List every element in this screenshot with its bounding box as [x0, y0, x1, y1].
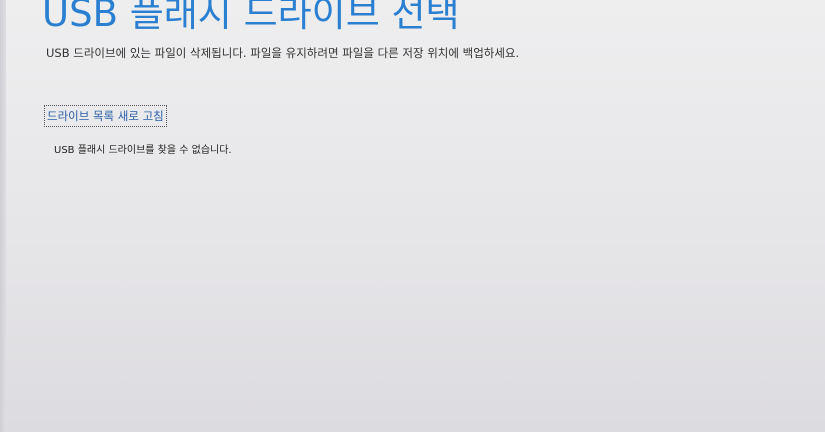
usb-drive-selection-screen: USB 플래시 드라이브 선택 USB 드라이브에 있는 파일이 삭제됩니다. …	[0, 0, 825, 432]
page-description: USB 드라이브에 있는 파일이 삭제됩니다. 파일을 유지하려면 파일을 다른…	[46, 46, 520, 60]
refresh-drive-list-link[interactable]: 드라이브 목록 새로 고침	[44, 105, 167, 127]
no-drive-status-message: USB 플래시 드라이브를 찾을 수 없습니다.	[54, 145, 232, 156]
window-edge	[0, 0, 6, 432]
page-title: USB 플래시 드라이브 선택	[42, 0, 460, 35]
